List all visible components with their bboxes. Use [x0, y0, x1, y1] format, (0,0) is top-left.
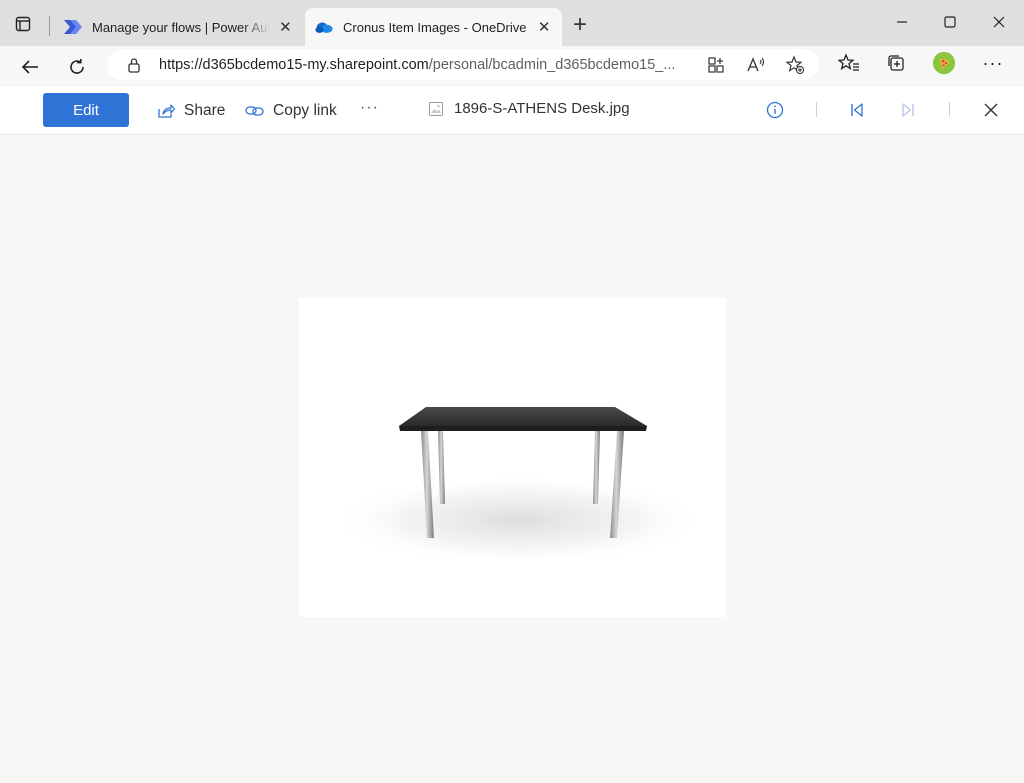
lock-icon[interactable]	[127, 57, 141, 78]
share-label: Share	[184, 102, 226, 119]
profile-avatar-icon[interactable]	[932, 51, 956, 75]
tab-separator	[49, 16, 50, 36]
settings-more-icon[interactable]: ···	[981, 51, 1005, 75]
url-path: /personal/bcadmin_d365bcdemo15_...	[428, 57, 676, 73]
share-button[interactable]: Share	[156, 100, 225, 122]
power-automate-icon	[64, 18, 82, 36]
browser-tab-bar: Manage your flows | Power Automate ✕ Cro…	[0, 0, 1024, 46]
collections-icon[interactable]	[884, 51, 908, 75]
close-tab-icon[interactable]: ✕	[278, 18, 293, 36]
divider	[816, 102, 817, 117]
refresh-icon[interactable]	[62, 52, 92, 82]
tab-label: Cronus Item Images - OneDrive	[343, 19, 527, 35]
new-tab-icon[interactable]: +	[568, 13, 592, 37]
close-tab-icon[interactable]: ✕	[536, 18, 552, 36]
tab-label: Manage your flows | Power Automate	[92, 19, 270, 35]
file-name: 1896-S-ATHENS Desk.jpg	[428, 100, 630, 117]
divider	[949, 102, 950, 117]
read-aloud-icon[interactable]	[745, 54, 767, 76]
onedrive-icon	[315, 18, 333, 36]
image-file-icon	[428, 101, 444, 117]
maximize-icon[interactable]	[935, 10, 965, 34]
back-icon[interactable]	[15, 52, 45, 82]
desk-photo	[329, 407, 709, 565]
tab-onedrive[interactable]: Cronus Item Images - OneDrive ✕	[305, 8, 562, 46]
more-options-icon[interactable]: ···	[360, 97, 379, 119]
minimize-icon[interactable]	[887, 10, 917, 34]
favorites-icon[interactable]	[837, 51, 861, 75]
add-favorite-icon[interactable]	[784, 54, 806, 76]
window-close-icon[interactable]	[984, 10, 1014, 34]
info-icon[interactable]	[764, 99, 786, 121]
browser-toolbar: https://d365bcdemo15-my.sharepoint.com/p…	[0, 46, 1024, 86]
tab-power-automate[interactable]: Manage your flows | Power Automate ✕	[54, 8, 303, 46]
url-text[interactable]: https://d365bcdemo15-my.sharepoint.com/p…	[159, 57, 695, 73]
previous-file-icon[interactable]	[846, 99, 868, 121]
next-file-icon[interactable]	[897, 99, 919, 121]
viewer-command-bar: Edit Share Copy link ··· 1896-S-ATHENS D…	[0, 87, 1024, 135]
image-preview	[299, 298, 726, 617]
url-host: https://d365bcdemo15-my.sharepoint.com	[159, 57, 429, 73]
close-viewer-icon[interactable]	[980, 99, 1002, 121]
edit-button[interactable]: Edit	[43, 93, 129, 127]
copy-link-label: Copy link	[273, 102, 337, 119]
address-bar[interactable]: https://d365bcdemo15-my.sharepoint.com/p…	[107, 49, 819, 80]
share-icon	[156, 101, 176, 121]
tab-actions-icon[interactable]	[13, 14, 33, 34]
copy-link-button[interactable]: Copy link	[245, 100, 337, 122]
app-available-icon[interactable]	[705, 54, 727, 76]
link-icon	[245, 101, 265, 121]
file-name-text: 1896-S-ATHENS Desk.jpg	[454, 100, 630, 117]
